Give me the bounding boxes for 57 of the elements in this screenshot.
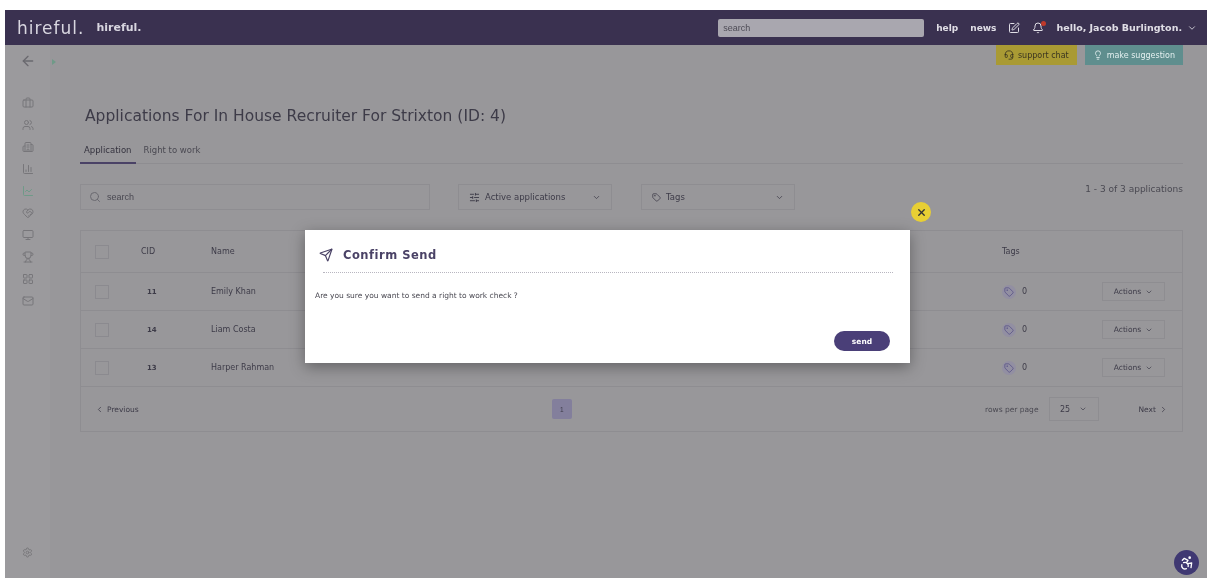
briefcase-icon[interactable] (21, 97, 34, 109)
chevron-left-icon (95, 404, 104, 414)
column-header: Tags (1002, 247, 1020, 256)
user-menu[interactable]: hello, Jacob Burlington. (1056, 22, 1197, 33)
accessibility-button[interactable] (1174, 550, 1199, 575)
lightbulb-icon (1092, 50, 1103, 60)
search-field[interactable]: search (718, 18, 925, 37)
tag-count: 0 (1022, 325, 1028, 334)
result-count: 1 - 3 of 3 applications (1085, 184, 1183, 196)
tab[interactable]: Application (80, 141, 136, 164)
tags-dropdown[interactable]: Tags (641, 184, 795, 210)
close-icon (915, 206, 927, 218)
header-link[interactable]: news (970, 22, 997, 33)
monitor-icon[interactable] (21, 229, 34, 241)
grid-icon[interactable] (21, 273, 34, 285)
status-dropdown[interactable]: Active applications (458, 184, 612, 210)
table-cell: Liam Costa (211, 325, 256, 334)
tag-icon[interactable] (1002, 360, 1016, 375)
tag-icon[interactable] (1002, 284, 1016, 299)
tag-icon[interactable] (1002, 322, 1016, 337)
headset-icon (1003, 50, 1014, 60)
people-icon[interactable] (21, 119, 34, 131)
table-cell: Harper Rahman (211, 363, 275, 372)
settings-icon[interactable] (22, 547, 33, 558)
caret-icon (1079, 405, 1088, 413)
column-header: Name (211, 247, 235, 256)
expand-icon[interactable] (52, 59, 56, 65)
send-icon (319, 248, 333, 262)
search-icon (89, 191, 101, 203)
suggestion-button[interactable]: make suggestion (1084, 45, 1183, 65)
column-header: CID (141, 247, 156, 256)
bell-icon[interactable] (1032, 21, 1045, 34)
building-icon[interactable] (21, 141, 34, 153)
tag-count: 0 (1022, 287, 1028, 296)
search-field[interactable]: search (80, 184, 430, 210)
accessibility-icon (1178, 554, 1195, 571)
brand-name: hireful. (96, 21, 142, 34)
table-cell: Emily Khan (211, 287, 256, 296)
bar-chart-icon[interactable] (21, 163, 34, 175)
mail-icon[interactable] (21, 295, 34, 307)
logo[interactable]: hireful. (17, 17, 85, 38)
filter-icon (469, 191, 480, 203)
support-chat-button[interactable]: support chat (995, 45, 1077, 65)
edit-icon[interactable] (1008, 21, 1021, 34)
trophy-icon[interactable] (21, 251, 34, 263)
tab[interactable]: Right to work (139, 141, 205, 164)
page-title: Applications For In House Recruiter For Strixton (ID: 4) (85, 107, 507, 125)
tag-count: 0 (1022, 363, 1028, 372)
chevron-right-icon (1159, 404, 1168, 414)
rows-per-page-dropdown[interactable]: 25 (1048, 397, 1099, 421)
search-input[interactable]: search (105, 191, 226, 203)
header-link[interactable]: help (936, 22, 959, 33)
close-button[interactable] (911, 202, 931, 222)
tag-icon (652, 192, 661, 202)
dialog-title: Confirm Send (343, 248, 437, 262)
heart-hand-icon[interactable] (21, 207, 34, 219)
line-chart-icon[interactable] (21, 185, 34, 197)
